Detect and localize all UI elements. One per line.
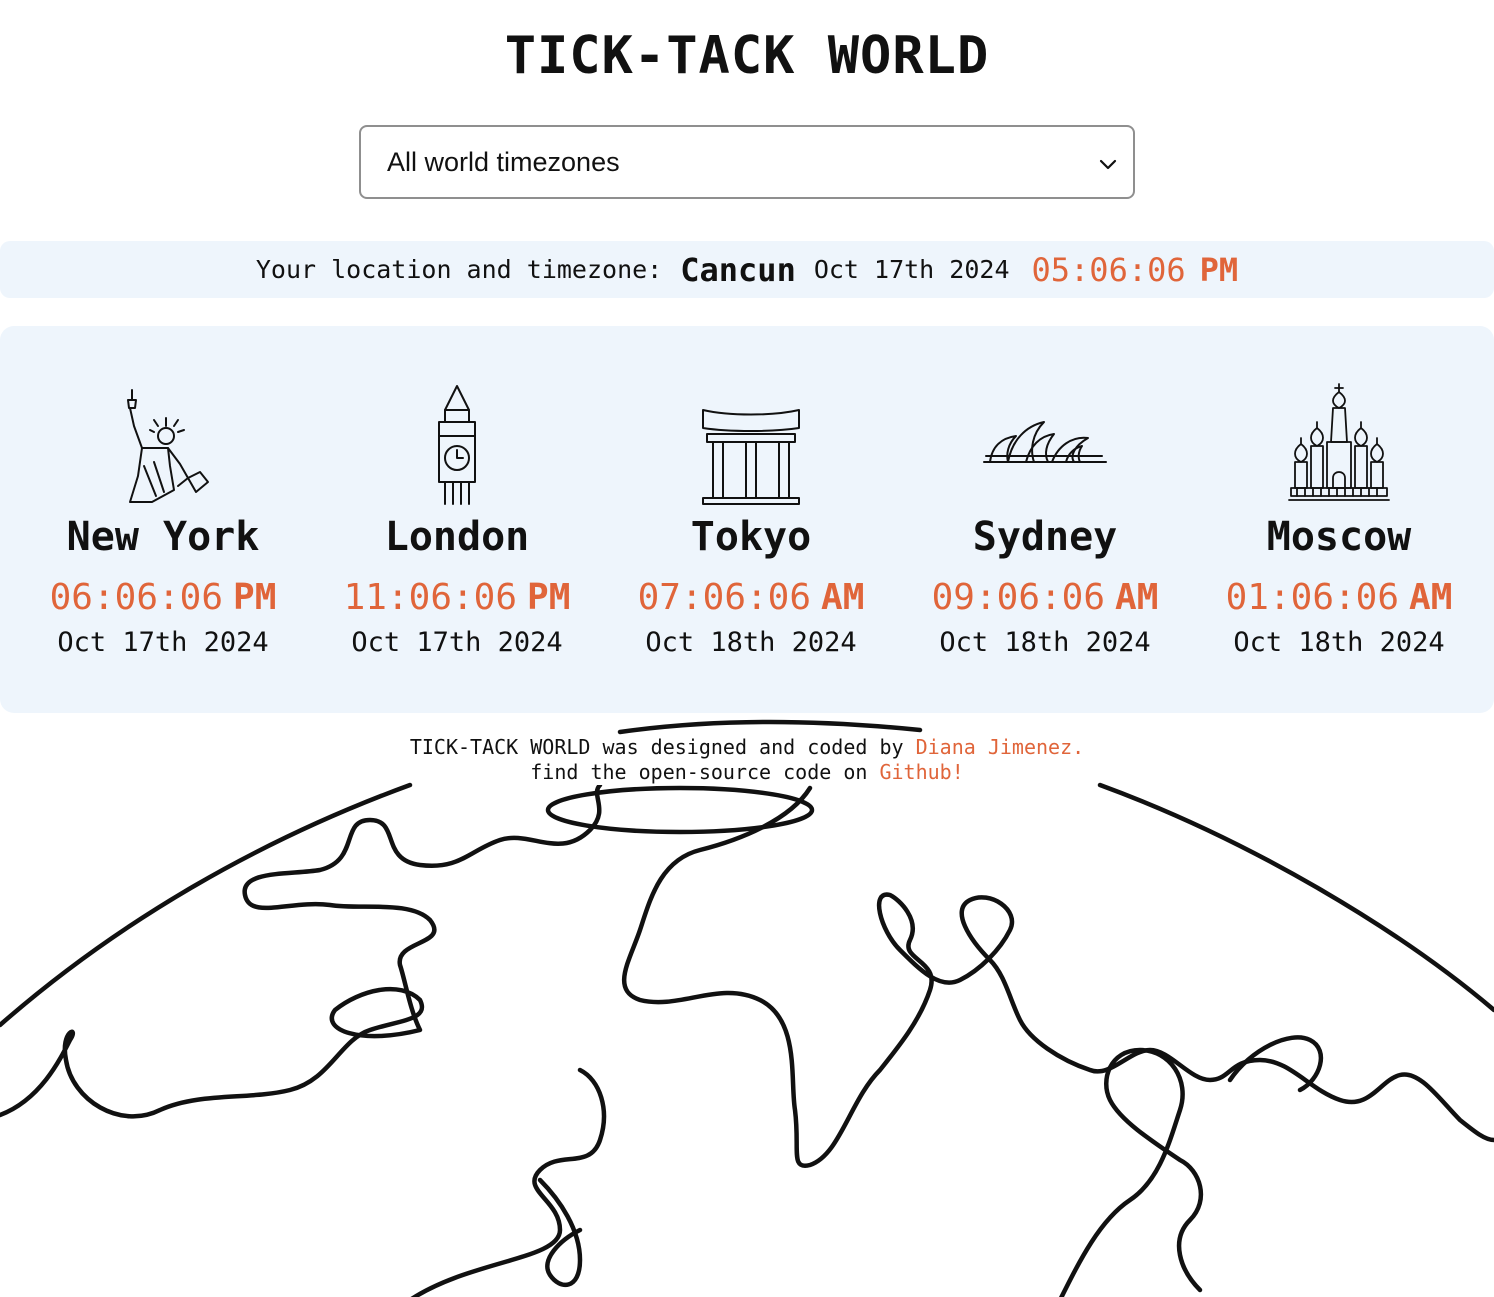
city-clock: 07:06:06 AM (604, 576, 898, 620)
github-link[interactable]: Github! (879, 760, 963, 784)
user-location-bar: Your location and timezone: Cancun Oct 1… (0, 241, 1494, 298)
city-ampm: PM (233, 577, 277, 618)
city-date: Oct 17th 2024 (351, 627, 563, 658)
city-clock: 09:06:06 AM (898, 576, 1192, 620)
location-date: Oct 17th 2024 (813, 255, 1010, 284)
page-title: TICK-TACK WORLD (504, 26, 990, 86)
city-time: 11:06:06 (343, 577, 518, 618)
city-date: Oct 17th 2024 (57, 627, 269, 658)
footer-source-text: find the open-source code on (530, 760, 868, 784)
city-card-moscow: Moscow 01:06:06 AM Oct 18th 2024 (1192, 382, 1486, 660)
city-ampm: AM (821, 577, 865, 618)
city-time: 07:06:06 (637, 577, 812, 618)
location-label: Your location and timezone: (255, 255, 663, 284)
location-ampm: PM (1199, 250, 1239, 289)
opera-house-icon (983, 421, 1107, 463)
saint-basils-cathedral-icon (1288, 383, 1390, 501)
timezone-select[interactable]: All world timezones (359, 125, 1135, 199)
city-date: Oct 18th 2024 (1233, 627, 1445, 658)
author-link[interactable]: Diana Jimenez. (916, 735, 1085, 759)
city-date: Oct 18th 2024 (645, 627, 857, 658)
city-ampm: AM (1409, 577, 1453, 618)
chevron-down-icon (1099, 159, 1117, 170)
location-time: 05:06:06 (1031, 250, 1186, 289)
footer-source-line: find the open-source code on Github! (526, 760, 968, 785)
city-name: Moscow (1266, 514, 1412, 560)
timezone-select-value: All world timezones (387, 146, 620, 177)
city-date: Oct 18th 2024 (939, 627, 1151, 658)
city-card-new-york: New York 06:06:06 PM Oct 17th 2024 (16, 382, 310, 660)
city-clock: 06:06:06 PM (16, 576, 310, 620)
city-card-tokyo: Tokyo 07:06:06 AM Oct 18th 2024 (604, 382, 898, 660)
city-name: New York (66, 514, 260, 560)
footer-credit-text: TICK-TACK WORLD was designed and coded b… (409, 735, 904, 759)
city-clock: 11:06:06 PM (310, 576, 604, 620)
big-ben-icon (438, 385, 476, 505)
city-name: Sydney (972, 514, 1118, 560)
footer-credit-line: TICK-TACK WORLD was designed and coded b… (405, 735, 1089, 760)
location-city: Cancun (680, 250, 796, 289)
city-name: London (384, 514, 530, 560)
torii-gate-icon (702, 409, 800, 505)
footer: TICK-TACK WORLD was designed and coded b… (0, 735, 1494, 785)
city-time: 01:06:06 (1225, 577, 1400, 618)
city-card-sydney: Sydney 09:06:06 AM Oct 18th 2024 (898, 382, 1192, 660)
city-ampm: PM (527, 577, 571, 618)
world-clocks-panel: New York 06:06:06 PM Oct 17th 2024 London… (0, 326, 1494, 713)
city-time: 09:06:06 (931, 577, 1106, 618)
city-ampm: AM (1115, 577, 1159, 618)
city-time: 06:06:06 (49, 577, 224, 618)
city-card-london: London 11:06:06 PM Oct 17th 2024 (310, 382, 604, 660)
world-line-art (0, 719, 1494, 1297)
statue-of-liberty-icon (127, 389, 209, 503)
city-name: Tokyo (690, 514, 812, 560)
city-clock: 01:06:06 AM (1192, 576, 1486, 620)
